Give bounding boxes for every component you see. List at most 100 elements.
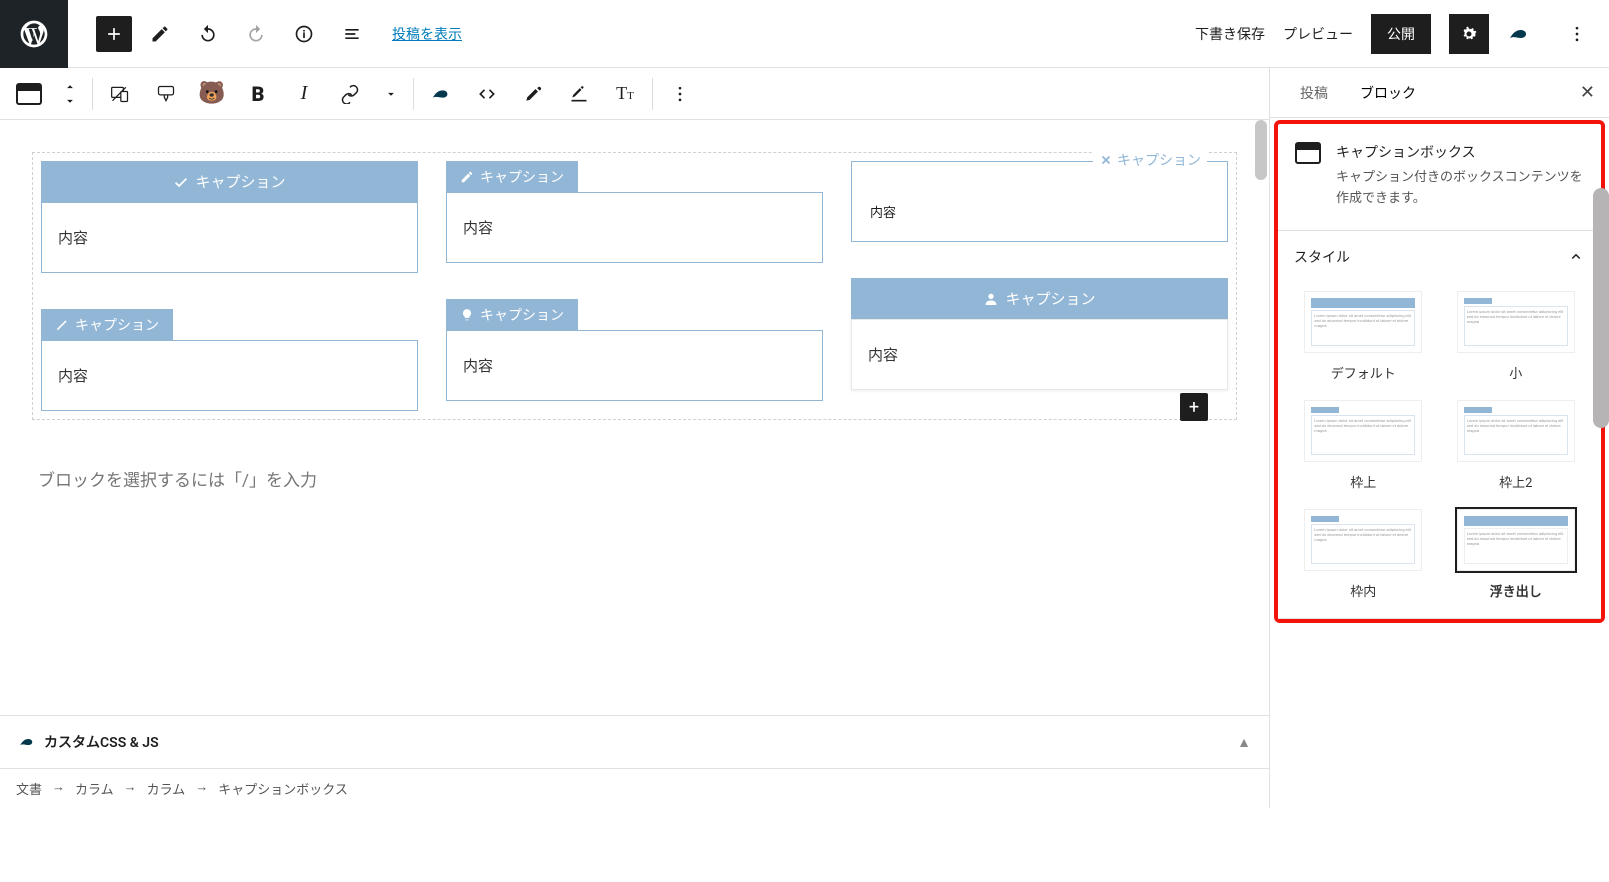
editor-canvas[interactable]: キャプション 内容 キャプション 内容	[0, 120, 1269, 715]
breadcrumb-item[interactable]: カラム	[75, 779, 114, 798]
caption-box[interactable]: キャプション 内容	[446, 161, 823, 263]
info-button[interactable]	[284, 14, 324, 54]
caption-header[interactable]: キャプション	[446, 299, 578, 331]
close-sidebar-button[interactable]: ✕	[1580, 82, 1595, 103]
bear-plugin-button[interactable]: 🐻	[189, 71, 235, 117]
style-label: 枠上2	[1499, 472, 1532, 491]
caption-content[interactable]: 内容	[41, 202, 418, 273]
style-option-inner[interactable]: 枠内	[1290, 501, 1437, 604]
section-title: スタイル	[1294, 247, 1350, 267]
brush-icon	[156, 84, 176, 104]
style-preview	[1457, 291, 1575, 353]
style-preview	[1304, 291, 1422, 353]
preview-button[interactable]: プレビュー	[1283, 24, 1353, 44]
list-view-button[interactable]	[332, 14, 372, 54]
caption-box[interactable]: キャプション 内容	[41, 161, 418, 273]
check-icon	[173, 174, 189, 190]
code-button[interactable]	[464, 71, 510, 117]
style-label: 小	[1509, 363, 1522, 382]
link-button[interactable]	[327, 71, 373, 117]
gear-icon	[1459, 24, 1479, 44]
caption-header[interactable]: キャプション	[851, 278, 1228, 319]
swell-icon[interactable]	[1507, 22, 1531, 46]
tab-block[interactable]: ブロック	[1344, 69, 1432, 117]
triangle-up-icon: ▲	[1237, 734, 1251, 751]
breadcrumb-item[interactable]: キャプションボックス	[218, 779, 348, 798]
italic-button[interactable]: I	[281, 71, 327, 117]
wave-icon	[430, 83, 452, 105]
user-icon	[983, 291, 999, 307]
settings-button[interactable]	[1449, 14, 1489, 54]
caption-content[interactable]: 内容	[870, 182, 1209, 221]
block-info: キャプションボックス キャプション付きのボックスコンテンツを作成できます。	[1278, 124, 1601, 231]
tab-post[interactable]: 投稿	[1284, 69, 1344, 117]
caption-box-icon	[1294, 142, 1322, 164]
undo-button[interactable]	[188, 14, 228, 54]
block-more-button[interactable]	[657, 71, 703, 117]
color-picker-button[interactable]	[143, 71, 189, 117]
redo-button[interactable]	[236, 14, 276, 54]
style-preview	[1457, 509, 1575, 571]
style-option-top[interactable]: 枠上	[1290, 392, 1437, 495]
highlight-button[interactable]	[510, 71, 556, 117]
marker-icon	[523, 84, 543, 104]
save-draft-button[interactable]: 下書き保存	[1195, 24, 1265, 44]
style-option-float[interactable]: 浮き出し	[1443, 501, 1590, 604]
style-section-toggle[interactable]: スタイル	[1278, 231, 1601, 283]
kebab-icon	[670, 84, 690, 104]
caption-content[interactable]: 内容	[851, 319, 1228, 390]
caption-header[interactable]: キャプション	[446, 161, 578, 193]
caption-content[interactable]: 内容	[446, 330, 823, 401]
caption-content[interactable]: 内容	[446, 192, 823, 263]
block-inserter-prompt[interactable]: ブロックを選択するには「/」を入力	[32, 460, 1237, 497]
more-menu-button[interactable]	[1557, 14, 1597, 54]
style-preview	[1304, 400, 1422, 462]
add-block-button[interactable]	[96, 16, 132, 52]
top-toolbar: 投稿を表示 下書き保存 プレビュー 公開	[0, 0, 1609, 68]
breadcrumb-item[interactable]: カラム	[147, 779, 186, 798]
custom-css-js-toggle[interactable]: カスタムCSS & JS ▲	[0, 716, 1269, 768]
block-toolbar: 🐻 B I TT	[0, 68, 1269, 120]
block-move-buttons[interactable]	[52, 80, 88, 108]
chevron-up-icon	[63, 80, 77, 94]
publish-button[interactable]: 公開	[1371, 14, 1431, 54]
wordpress-logo[interactable]	[0, 0, 68, 68]
bulb-icon	[460, 308, 474, 322]
style-preview	[1457, 400, 1575, 462]
caption-header[interactable]: キャプション	[41, 161, 418, 202]
caption-label: キャプション	[1005, 288, 1095, 309]
chevron-up-icon	[1567, 248, 1585, 266]
sidebar-scrollbar[interactable]	[1593, 188, 1609, 428]
style-option-small[interactable]: 小	[1443, 283, 1590, 386]
add-column-button[interactable]: +	[1180, 393, 1208, 421]
caption-header[interactable]: キャプション	[41, 309, 173, 341]
pen-underline-icon	[569, 84, 589, 104]
info-icon	[294, 24, 314, 44]
caption-box[interactable]: キャプション 内容	[41, 309, 418, 411]
caption-label: キャプション	[75, 315, 159, 335]
caption-box[interactable]: キャプション 内容	[446, 299, 823, 401]
bold-icon: B	[252, 82, 265, 106]
sidebar-tabs: 投稿 ブロック ✕	[1270, 68, 1609, 118]
text-size-icon: TT	[616, 83, 634, 104]
caption-content[interactable]: 内容	[41, 340, 418, 411]
view-post-link[interactable]: 投稿を表示	[392, 24, 462, 44]
edit-mode-button[interactable]	[140, 14, 180, 54]
style-option-top2[interactable]: 枠上2	[1443, 392, 1590, 495]
swell-format-button[interactable]	[418, 71, 464, 117]
breadcrumb-item[interactable]: 文書	[16, 779, 42, 798]
device-toggle[interactable]	[97, 71, 143, 117]
style-label: 枠上	[1350, 472, 1376, 491]
caption-header[interactable]: キャプション	[1093, 150, 1207, 170]
format-dropdown[interactable]	[373, 71, 409, 117]
bold-button[interactable]: B	[235, 71, 281, 117]
block-type-button[interactable]	[6, 71, 52, 117]
style-option-default[interactable]: デフォルト	[1290, 283, 1437, 386]
font-size-button[interactable]: TT	[602, 71, 648, 117]
caption-box[interactable]: キャプション 内容	[851, 161, 1228, 242]
caption-box[interactable]: キャプション 内容	[851, 278, 1228, 390]
columns-block[interactable]: キャプション 内容 キャプション 内容	[32, 152, 1237, 420]
text-color-button[interactable]	[556, 71, 602, 117]
scrollbar-thumb[interactable]	[1255, 120, 1267, 180]
style-label: 浮き出し	[1490, 581, 1542, 600]
